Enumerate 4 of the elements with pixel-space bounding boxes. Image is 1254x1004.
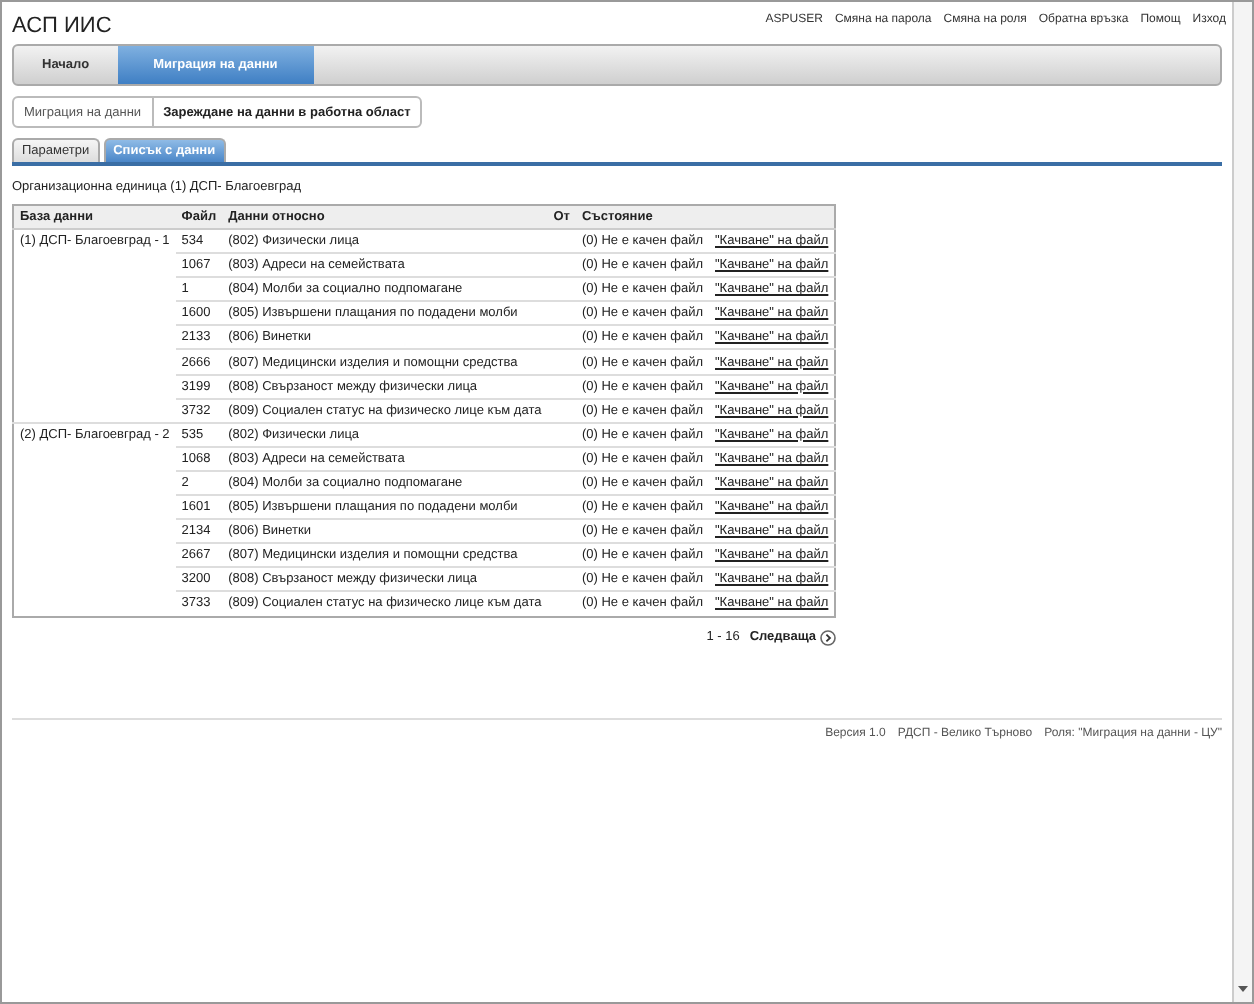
next-icon: [820, 629, 836, 645]
app-title: АСП ИИС: [12, 12, 112, 38]
scrollbar[interactable]: [1232, 2, 1252, 1002]
scroll-down-icon[interactable]: [1236, 982, 1250, 996]
